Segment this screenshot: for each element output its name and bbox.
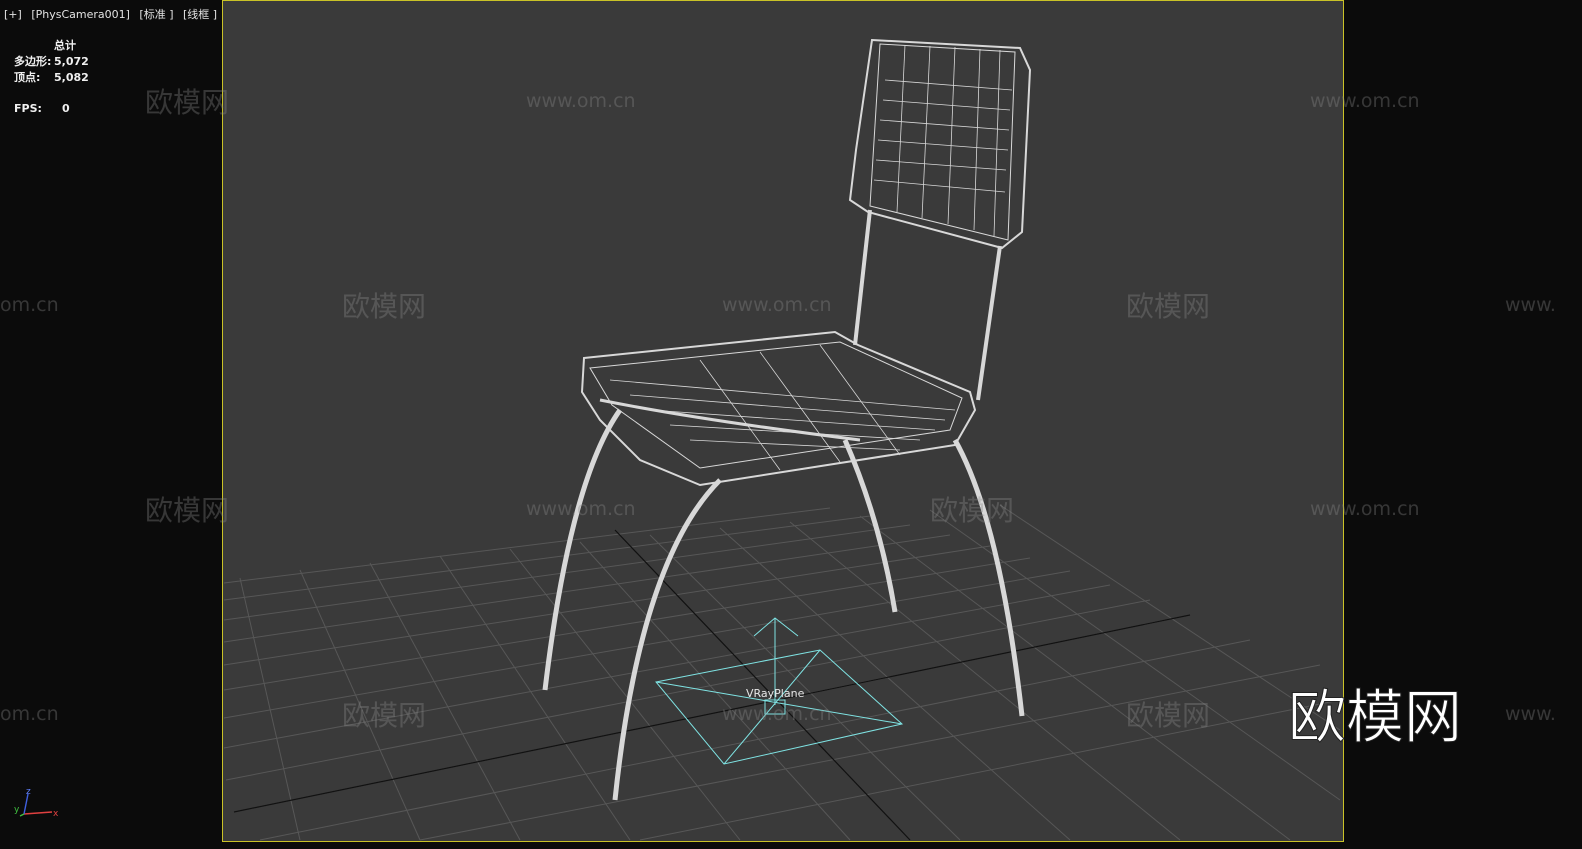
axis-z-label: z bbox=[26, 787, 31, 797]
watermark-brand: 欧模网 bbox=[342, 290, 426, 323]
watermark-url: www.om.cn bbox=[1310, 498, 1420, 520]
watermark-url: www.om.cn bbox=[722, 703, 832, 725]
watermark-url-partial: www. bbox=[1505, 294, 1556, 316]
brand-logo: 欧模网 bbox=[1288, 683, 1462, 751]
watermark-url: www.om.cn bbox=[526, 90, 636, 112]
watermark-url-partial: om.cn bbox=[0, 294, 59, 316]
watermark-url: www.om.cn bbox=[1310, 90, 1420, 112]
axis-y-label: y bbox=[14, 805, 20, 815]
watermark-url: www.om.cn bbox=[722, 294, 832, 316]
vray-plane-label: VRayPlane bbox=[746, 687, 805, 700]
watermark-brand: 欧模网 bbox=[1126, 290, 1210, 323]
watermark-brand: 欧模网 bbox=[1126, 699, 1210, 732]
watermark-brand: 欧模网 bbox=[930, 494, 1014, 527]
viewport-scene[interactable]: VRayPlane 欧模网 www.om.cn www.om.cn om.cn … bbox=[0, 0, 1582, 849]
watermark-url-partial: om.cn bbox=[0, 703, 59, 725]
watermark-url-partial: www. bbox=[1505, 703, 1556, 725]
watermark-brand: 欧模网 bbox=[145, 494, 229, 527]
watermark-layer: 欧模网 www.om.cn www.om.cn om.cn 欧模网 www.om… bbox=[0, 86, 1556, 732]
watermark-url: www.om.cn bbox=[526, 498, 636, 520]
watermark-brand: 欧模网 bbox=[145, 86, 229, 119]
axis-x-label: x bbox=[53, 809, 59, 819]
watermark-brand: 欧模网 bbox=[342, 699, 426, 732]
ground-grid bbox=[223, 504, 1341, 841]
axis-tripod-icon: x y z bbox=[14, 787, 59, 819]
